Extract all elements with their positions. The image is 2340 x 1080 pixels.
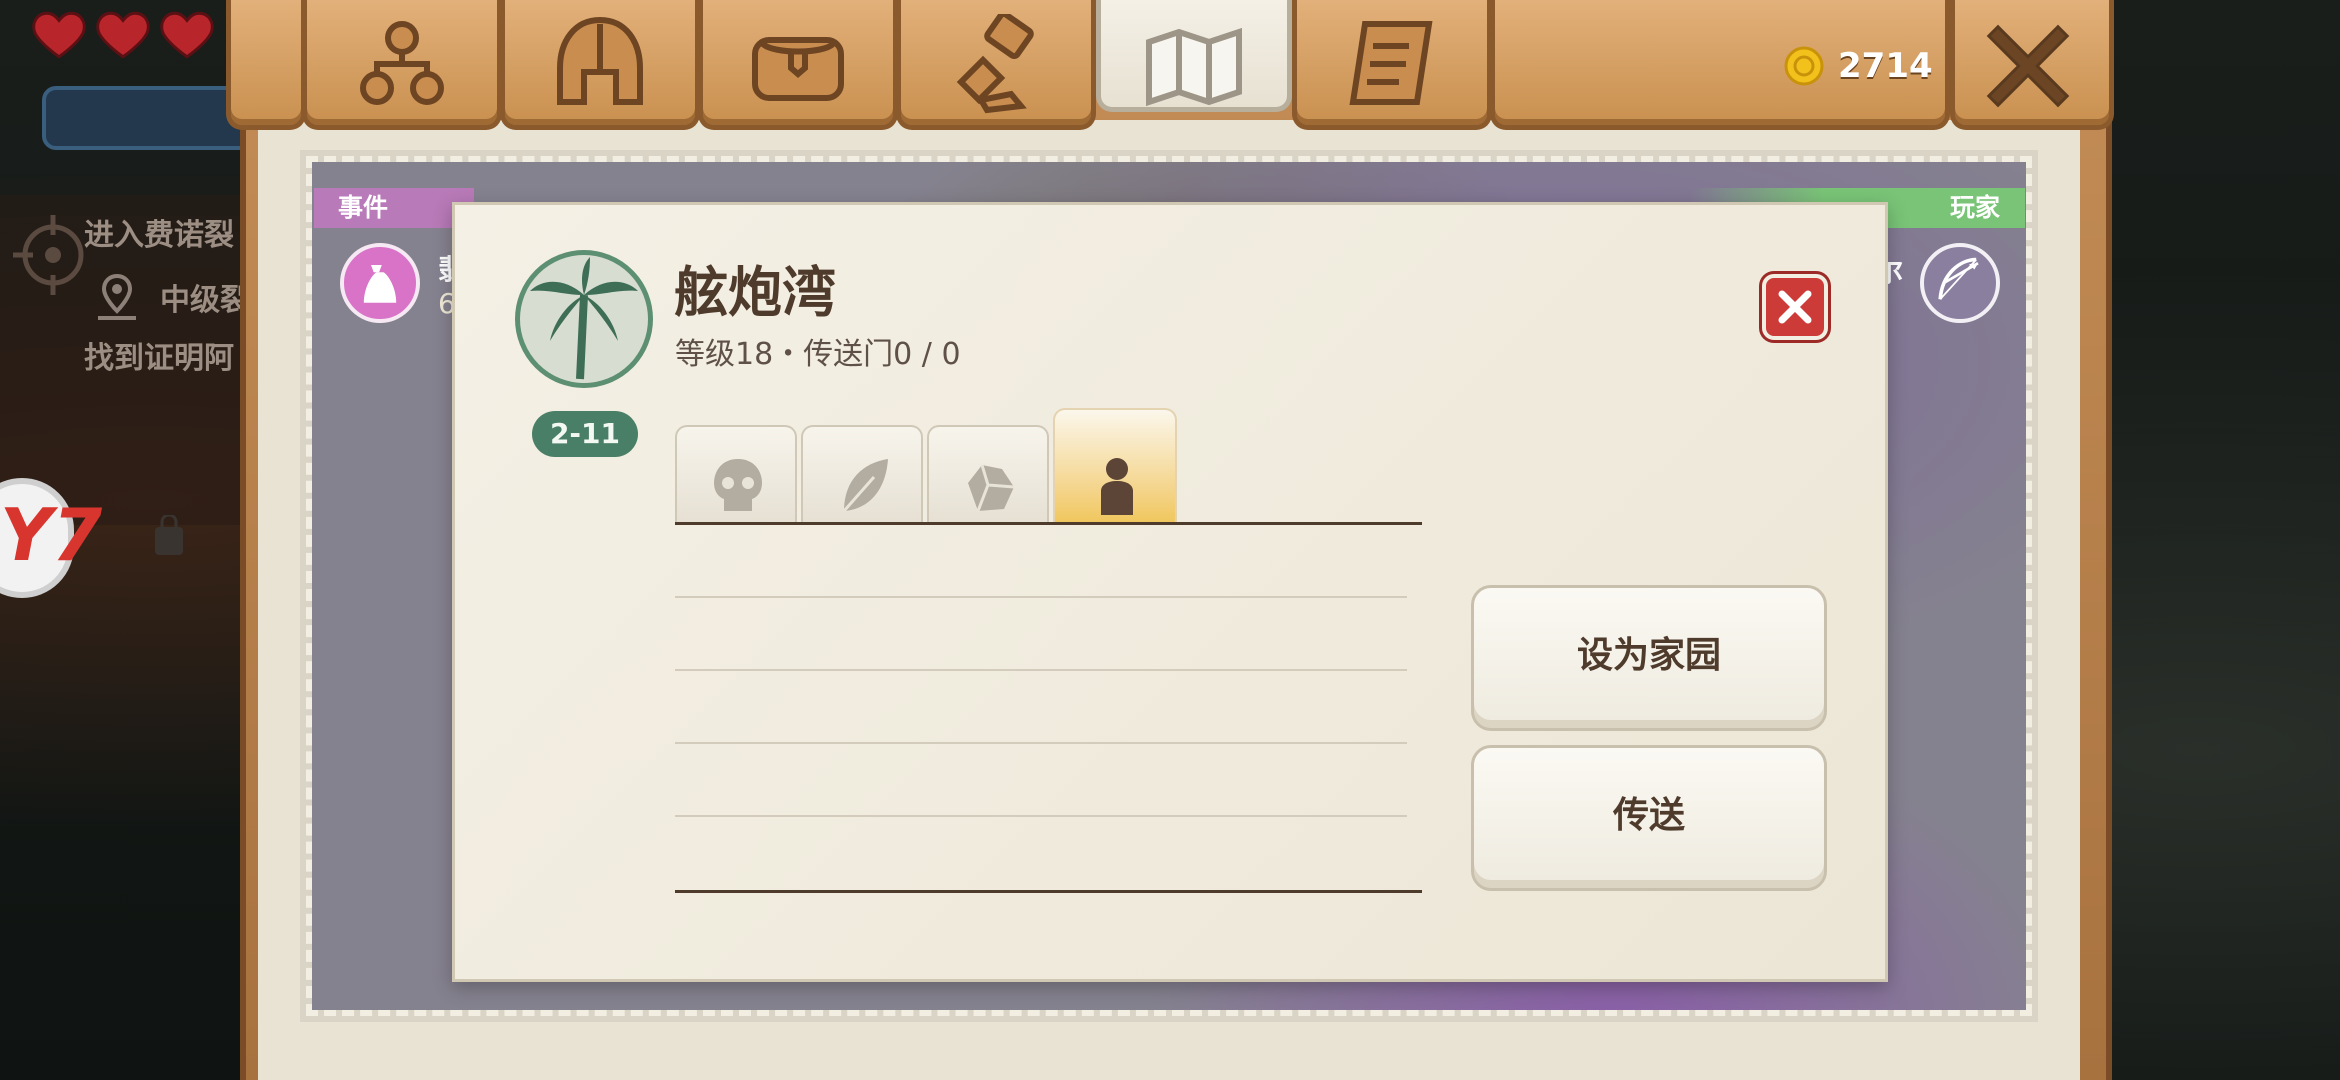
menu-tab-bar (226, 0, 2114, 134)
skull-icon (714, 459, 762, 511)
tab-bar-left-cap (226, 0, 306, 130)
leaf-icon (842, 459, 888, 512)
scroll-icon (1349, 21, 1433, 105)
tab-crafting[interactable] (896, 0, 1096, 130)
tab-monsters[interactable] (675, 425, 797, 525)
skill-tree-icon (360, 21, 444, 105)
gold-coin-icon (1784, 46, 1824, 86)
ore-icon (968, 464, 1015, 512)
helmet-icon (557, 16, 643, 105)
close-icon (1778, 290, 1812, 324)
tab-quests[interactable] (1292, 0, 1492, 130)
tab-npcs[interactable] (1053, 408, 1177, 525)
player-bow-icon[interactable] (1920, 243, 2000, 323)
quest-location: 中级裂 (160, 283, 250, 318)
hammer-icon (956, 14, 1034, 114)
tab-bag[interactable] (698, 0, 898, 130)
tab-skills[interactable] (302, 0, 502, 130)
list-row (675, 596, 1407, 598)
list-bottom-divider (675, 890, 1422, 893)
heart-icon (96, 11, 150, 59)
event-pouch-icon[interactable] (340, 243, 420, 323)
quest-title: 进入费诺裂 (84, 218, 234, 253)
dialog-close-button[interactable] (1762, 274, 1828, 340)
quick-action-label: Y7 (0, 493, 103, 577)
location-pin-icon (98, 273, 136, 320)
region-subtitle: 等级18・传送门0 / 0 (675, 337, 961, 372)
list-row (675, 742, 1407, 744)
tab-map[interactable] (1096, 0, 1292, 112)
heart-icon (160, 11, 214, 59)
gold-amount: 2714 (1838, 46, 1933, 86)
tab-ores[interactable] (927, 425, 1049, 525)
palm-tree-emblem (515, 250, 653, 388)
bag-icon (752, 37, 844, 101)
level-range-badge: 2-11 (532, 411, 638, 457)
map-icon (1146, 27, 1242, 107)
teleport-button[interactable]: 传送 (1471, 745, 1827, 891)
list-row (675, 669, 1407, 671)
bag-icon (155, 515, 183, 555)
event-label: 事件 (338, 193, 389, 222)
set-home-button[interactable]: 设为家园 (1471, 585, 1827, 731)
close-icon (1986, 24, 2070, 108)
tab-divider (675, 522, 1422, 525)
player-label: 玩家 (1950, 193, 2001, 222)
list-row (675, 815, 1407, 817)
person-icon (1101, 458, 1133, 515)
heart-icon (32, 11, 86, 59)
quest-objective: 找到证明阿 (84, 341, 234, 376)
region-title: 舷炮湾 (674, 261, 836, 324)
tab-resources[interactable] (801, 425, 923, 525)
tab-equipment[interactable] (500, 0, 700, 130)
